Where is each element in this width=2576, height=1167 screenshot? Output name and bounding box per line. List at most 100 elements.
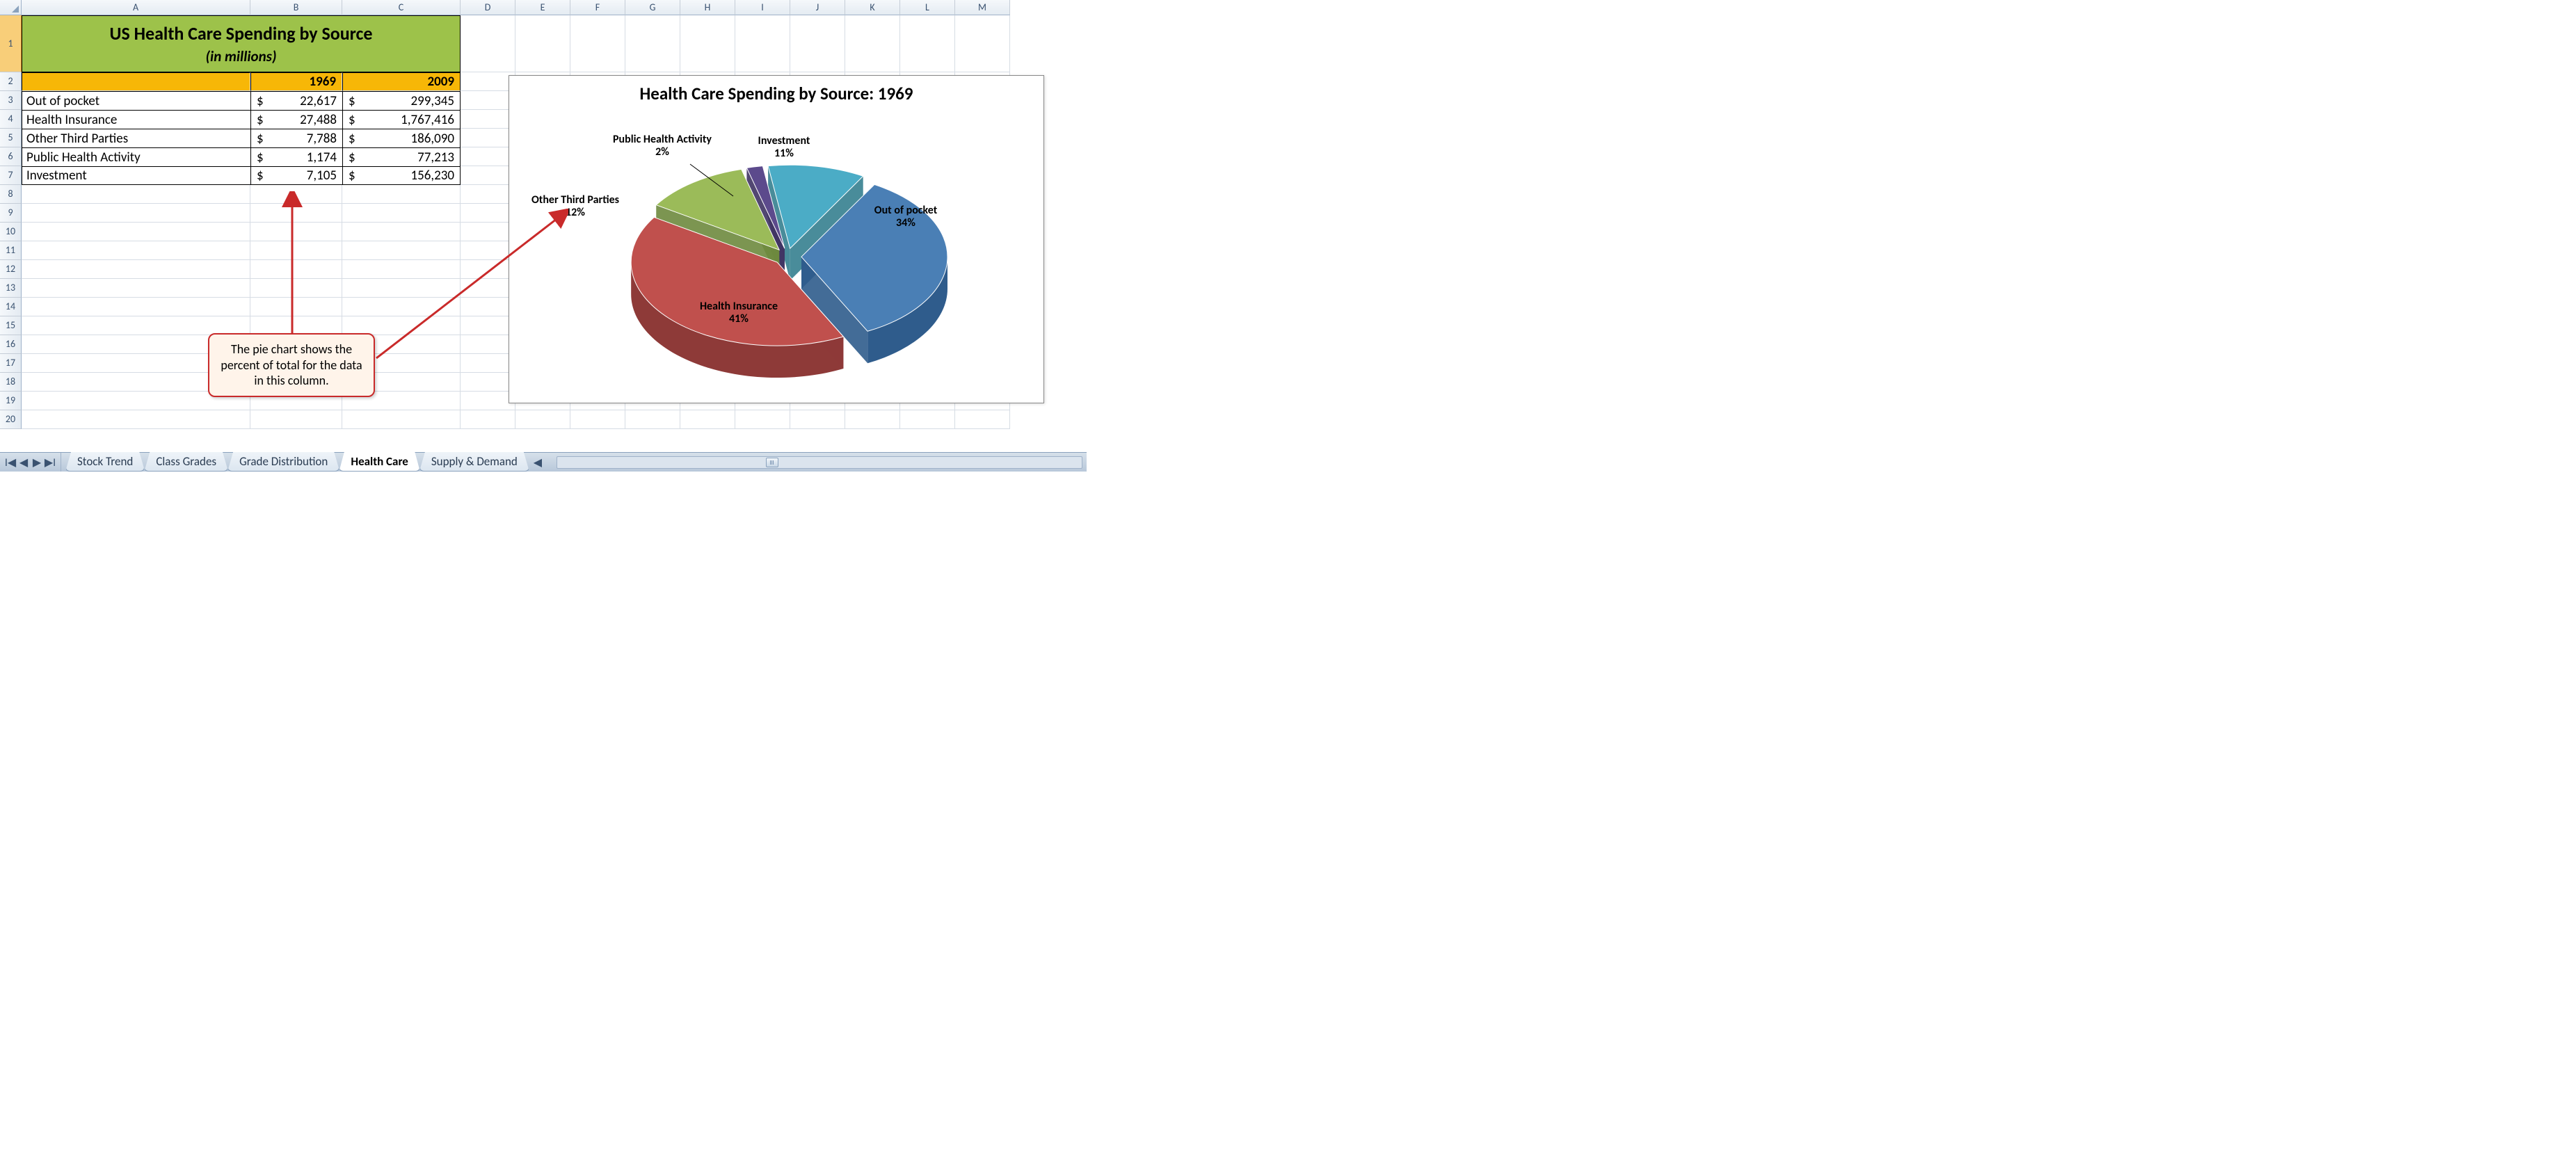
- cell-D7[interactable]: [461, 166, 515, 185]
- col-header-M[interactable]: M: [955, 0, 1010, 15]
- row-header-11[interactable]: 11: [0, 241, 22, 260]
- col-header-F[interactable]: F: [570, 0, 625, 15]
- cell-F1[interactable]: [570, 15, 625, 72]
- cell-1969-0[interactable]: $22,617: [250, 91, 342, 110]
- cell-1969-2[interactable]: $7,788: [250, 129, 342, 147]
- row-header-6[interactable]: 6: [0, 147, 22, 166]
- row-header-17[interactable]: 17: [0, 354, 22, 373]
- cell-M1[interactable]: [955, 15, 1010, 72]
- nav-prev-icon[interactable]: ◀: [17, 456, 30, 469]
- cell-B20[interactable]: [250, 410, 342, 429]
- row-label-1[interactable]: Health Insurance: [22, 110, 250, 129]
- col-header-L[interactable]: L: [900, 0, 955, 15]
- row-header-16[interactable]: 16: [0, 335, 22, 354]
- table-header-2009[interactable]: 2009: [342, 72, 461, 91]
- cell-K1[interactable]: [845, 15, 900, 72]
- col-header-K[interactable]: K: [845, 0, 900, 15]
- cell-2009-2[interactable]: $186,090: [342, 129, 461, 147]
- cell-A20[interactable]: [22, 410, 250, 429]
- hscrollbar-thumb[interactable]: [766, 458, 778, 467]
- row-header-3[interactable]: 3: [0, 91, 22, 110]
- cell-1969-4[interactable]: $7,105: [250, 166, 342, 185]
- col-header-H[interactable]: H: [680, 0, 735, 15]
- col-header-G[interactable]: G: [625, 0, 680, 15]
- sheet-tab-stock-trend[interactable]: Stock Trend: [65, 452, 145, 472]
- cell-J20[interactable]: [790, 410, 845, 429]
- row-header-5[interactable]: 5: [0, 129, 22, 147]
- cell-A15[interactable]: [22, 316, 250, 335]
- sheet-tab-class-grades[interactable]: Class Grades: [144, 452, 228, 472]
- col-header-A[interactable]: A: [22, 0, 250, 15]
- cell-D8[interactable]: [461, 185, 515, 204]
- table-title-cell[interactable]: US Health Care Spending by Source(in mil…: [22, 15, 461, 72]
- select-all-corner[interactable]: [0, 0, 22, 15]
- cell-G1[interactable]: [625, 15, 680, 72]
- row-header-20[interactable]: 20: [0, 410, 22, 429]
- hscrollbar[interactable]: [557, 456, 1082, 469]
- col-header-C[interactable]: C: [342, 0, 461, 15]
- cell-A13[interactable]: [22, 279, 250, 298]
- cell-A14[interactable]: [22, 298, 250, 316]
- row-header-10[interactable]: 10: [0, 223, 22, 241]
- tab-scroll-left-icon[interactable]: ◀: [533, 456, 543, 469]
- sheet-tab-supply-demand[interactable]: Supply & Demand: [419, 452, 529, 472]
- cell-H1[interactable]: [680, 15, 735, 72]
- nav-last-icon[interactable]: ▶I: [44, 456, 56, 469]
- cell-E20[interactable]: [515, 410, 570, 429]
- cell-2009-0[interactable]: $299,345: [342, 91, 461, 110]
- row-label-3[interactable]: Public Health Activity: [22, 147, 250, 166]
- cell-1969-1[interactable]: $27,488: [250, 110, 342, 129]
- cell-2009-4[interactable]: $156,230: [342, 166, 461, 185]
- row-header-7[interactable]: 7: [0, 166, 22, 185]
- cell-M20[interactable]: [955, 410, 1010, 429]
- table-header-1969[interactable]: 1969: [250, 72, 342, 91]
- cell-D6[interactable]: [461, 147, 515, 166]
- chart-object[interactable]: Health Care Spending by Source: 1969 Out…: [509, 75, 1044, 403]
- cell-L20[interactable]: [900, 410, 955, 429]
- row-header-13[interactable]: 13: [0, 279, 22, 298]
- cell-2009-3[interactable]: $77,213: [342, 147, 461, 166]
- row-header-19[interactable]: 19: [0, 392, 22, 410]
- row-header-2[interactable]: 2: [0, 72, 22, 91]
- cell-D4[interactable]: [461, 110, 515, 129]
- cell-L1[interactable]: [900, 15, 955, 72]
- cell-2009-1[interactable]: $1,767,416: [342, 110, 461, 129]
- cell-D5[interactable]: [461, 129, 515, 147]
- row-label-4[interactable]: Investment: [22, 166, 250, 185]
- cell-H20[interactable]: [680, 410, 735, 429]
- row-header-1[interactable]: 1: [0, 15, 22, 72]
- nav-next-icon[interactable]: ▶: [31, 456, 43, 469]
- cell-C20[interactable]: [342, 410, 461, 429]
- cell-J1[interactable]: [790, 15, 845, 72]
- col-header-I[interactable]: I: [735, 0, 790, 15]
- row-header-12[interactable]: 12: [0, 260, 22, 279]
- cell-A9[interactable]: [22, 204, 250, 223]
- col-header-B[interactable]: B: [250, 0, 342, 15]
- row-header-14[interactable]: 14: [0, 298, 22, 316]
- col-header-D[interactable]: D: [461, 0, 515, 15]
- cell-I20[interactable]: [735, 410, 790, 429]
- row-label-2[interactable]: Other Third Parties: [22, 129, 250, 147]
- cell-A8[interactable]: [22, 185, 250, 204]
- cell-G20[interactable]: [625, 410, 680, 429]
- sheet-tab-grade-distribution[interactable]: Grade Distribution: [227, 452, 339, 472]
- cell-D20[interactable]: [461, 410, 515, 429]
- row-header-18[interactable]: 18: [0, 373, 22, 392]
- nav-first-icon[interactable]: I◀: [4, 456, 17, 469]
- sheet-tab-health-care[interactable]: Health Care: [339, 451, 420, 472]
- cell-D3[interactable]: [461, 91, 515, 110]
- table-header-blank[interactable]: [22, 72, 250, 91]
- row-header-4[interactable]: 4: [0, 110, 22, 129]
- cell-D2[interactable]: [461, 72, 515, 91]
- cell-F20[interactable]: [570, 410, 625, 429]
- cell-1969-3[interactable]: $1,174: [250, 147, 342, 166]
- row-header-8[interactable]: 8: [0, 185, 22, 204]
- cell-K20[interactable]: [845, 410, 900, 429]
- row-header-9[interactable]: 9: [0, 204, 22, 223]
- row-label-0[interactable]: Out of pocket: [22, 91, 250, 110]
- col-header-J[interactable]: J: [790, 0, 845, 15]
- cell-I1[interactable]: [735, 15, 790, 72]
- cell-D18[interactable]: [461, 373, 515, 392]
- cell-A10[interactable]: [22, 223, 250, 241]
- cell-A11[interactable]: [22, 241, 250, 260]
